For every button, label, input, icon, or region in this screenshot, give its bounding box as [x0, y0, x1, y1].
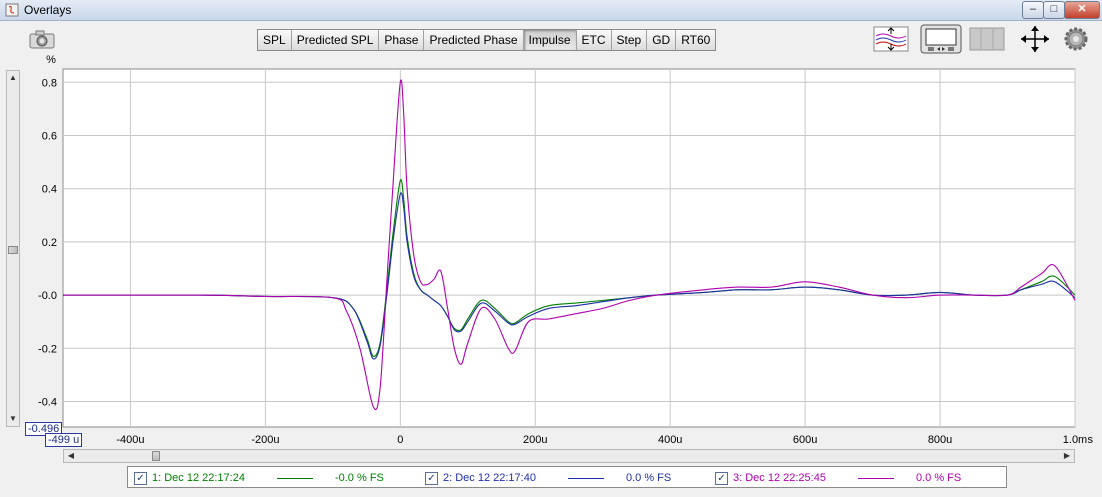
legend-checkbox-2[interactable]: ✓ [425, 471, 438, 485]
legend-item-3: ✓ 3: Dec 12 22:25:45 0.0 % FS [715, 470, 961, 486]
scroll-down-arrow-icon[interactable]: ▼ [7, 412, 19, 426]
y-axis-unit-label: % [46, 54, 56, 66]
legend-name: 3: Dec 12 22:25:45 [733, 472, 826, 484]
x-tick-label: 600u [793, 434, 817, 446]
legend-swatch [567, 477, 604, 479]
legend-checkbox-1[interactable]: ✓ [134, 471, 147, 485]
horizontal-scroll-thumb[interactable] [152, 451, 160, 461]
legend-swatch [857, 477, 894, 479]
x-tick-label: 0 [397, 434, 403, 446]
legend-item-2: ✓ 2: Dec 12 22:17:40 0.0 % FS [425, 470, 671, 486]
impulse-chart[interactable]: -400u -200u 0 200u 400u 600u 800u 1.0m 0.8 0.6 0.4… [0, 0, 1102, 497]
y-tick-label: 0.2 [42, 237, 57, 249]
x-tick-label: 800u [928, 434, 952, 446]
legend-value: -0.0 % FS [334, 472, 384, 484]
legend-name: 2: Dec 12 22:17:40 [443, 472, 536, 484]
y-tick-label: 0.8 [42, 77, 57, 89]
horizontal-scrollbar[interactable]: ◀ ▶ [63, 449, 1075, 463]
scroll-right-arrow-icon[interactable]: ▶ [1060, 450, 1074, 462]
scroll-left-arrow-icon[interactable]: ◀ [64, 450, 78, 462]
legend-value: 0.0 % FS [625, 472, 672, 484]
legend: ✓ 1: Dec 12 22:17:24 -0.0 % FS ✓ 2: Dec … [127, 466, 1007, 488]
vertical-scrollbar[interactable]: ▲ ▼ [6, 70, 20, 427]
legend-checkbox-3[interactable]: ✓ [715, 471, 728, 485]
x-tick-label: -200u [251, 434, 279, 446]
x-tick-label: -400u [116, 434, 144, 446]
y-tick-label: -0.2 [38, 343, 57, 355]
legend-value: 0.0 % FS [915, 472, 962, 484]
scroll-up-arrow-icon[interactable]: ▲ [7, 71, 19, 85]
x-tick-label: 1.0m [1063, 434, 1087, 446]
y-tick-label: 0.4 [42, 184, 57, 196]
x-tick-label: 200u [523, 434, 547, 446]
y-tick-label: 0.6 [42, 130, 57, 142]
legend-item-1: ✓ 1: Dec 12 22:17:24 -0.0 % FS [134, 470, 384, 486]
legend-swatch [276, 477, 313, 479]
plot-area [62, 68, 1076, 428]
y-tick-label: -0.4 [38, 396, 57, 408]
x-cursor-readout: -499 u [45, 433, 83, 447]
x-tick-label: 400u [658, 434, 682, 446]
x-axis-unit-label: s [1088, 434, 1094, 446]
y-tick-label: -0.0 [38, 290, 57, 302]
legend-name: 1: Dec 12 22:17:24 [152, 472, 245, 484]
vertical-scroll-thumb[interactable] [8, 246, 18, 254]
